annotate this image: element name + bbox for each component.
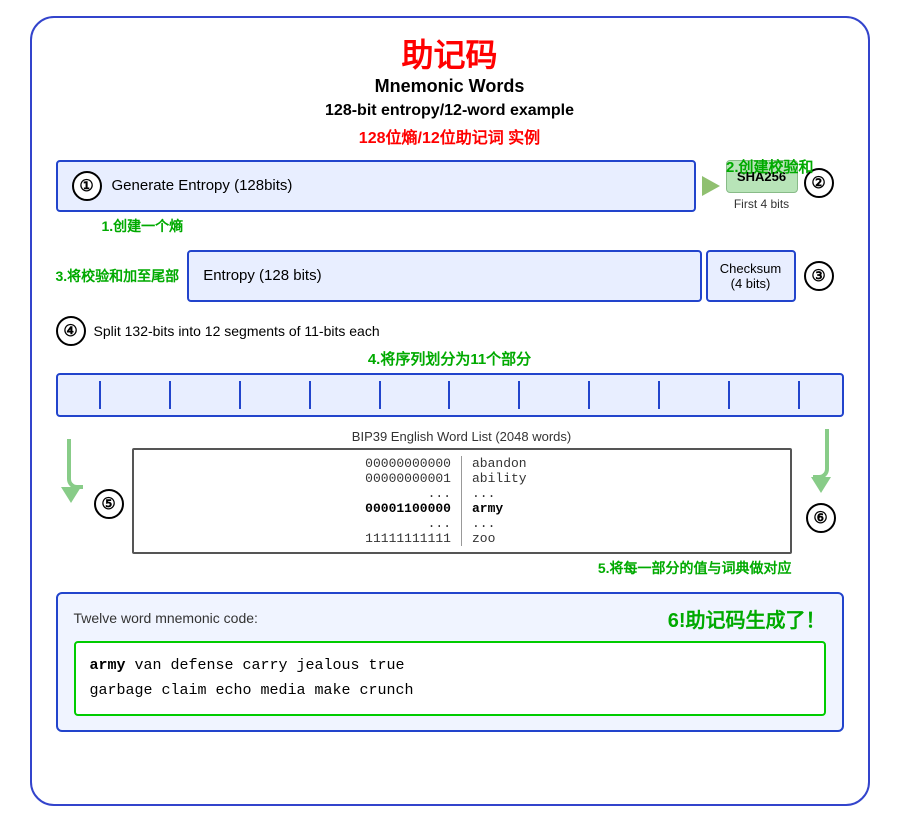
- right-curve-arrow-top: [813, 429, 829, 479]
- step6-row: Twelve word mnemonic code: 6!助记码生成了！ arm…: [56, 592, 844, 732]
- segments-inner: [66, 381, 834, 409]
- mnemonic-rest: van defense carry jealous truegarbage cl…: [90, 657, 414, 700]
- step6-circle: ⑥: [806, 503, 836, 533]
- bin-row-army: 00001100000: [138, 501, 452, 516]
- bin-row-1: 00000000000: [138, 456, 452, 471]
- bin-row-6: 11111111111: [138, 531, 452, 546]
- step4-circle: ④: [56, 316, 86, 346]
- left-arrow-head: [61, 487, 81, 503]
- word-row-2: ability: [472, 471, 786, 486]
- step4-cn-annotation: 4.将序列划分为11个部分: [56, 348, 844, 369]
- wordlist-bin-col: 00000000000 00000000001 ... 00001100000 …: [138, 456, 462, 546]
- mnemonic-box: army van defense carry jealous truegarba…: [74, 641, 826, 716]
- title-en-line1: Mnemonic Words: [56, 74, 844, 99]
- step4-label: Split 132-bits into 12 segments of 11-bi…: [94, 323, 380, 339]
- word-row-5: ...: [472, 516, 786, 531]
- word-row-army: army: [472, 501, 786, 516]
- step1-label: Generate Entropy (128bits): [112, 177, 293, 194]
- title-en-line2: 128-bit entropy/12-word example: [56, 100, 844, 122]
- arrow-to-sha256: [702, 176, 720, 196]
- seg-div-9: [658, 381, 660, 409]
- seg-div-4: [309, 381, 311, 409]
- entropy-label: Entropy (128 bits): [203, 267, 321, 284]
- seg-div-6: [448, 381, 450, 409]
- seg-div-8: [588, 381, 590, 409]
- step5-circle: ⑤: [94, 489, 124, 519]
- seg-div-10: [728, 381, 730, 409]
- step3-circle: ③: [804, 261, 834, 291]
- segments-box: [56, 373, 844, 417]
- checksum-box: Checksum (4 bits): [706, 250, 796, 302]
- step1-box: ① Generate Entropy (128bits): [56, 160, 696, 212]
- twelve-word-label: Twelve word mnemonic code:: [74, 610, 258, 626]
- seg-div-1: [99, 381, 101, 409]
- step2-cn-annotation: 2.创建校验和: [726, 156, 814, 177]
- wordlist-box: 00000000000 00000000001 ... 00001100000 …: [132, 448, 792, 554]
- wordlist-container: BIP39 English Word List (2048 words) 000…: [132, 429, 792, 578]
- seg-div-11: [798, 381, 800, 409]
- wordlist-word-col: abandon ability ... army ... zoo: [461, 456, 786, 546]
- word-row-6: zoo: [472, 531, 786, 546]
- wordlist-title: BIP39 English Word List (2048 words): [132, 429, 792, 444]
- left-curve-arrow: [67, 439, 83, 489]
- right-arrow-head-mid: [811, 477, 831, 493]
- step5-cn-annotation: 5.将每一部分的值与词典做对应: [132, 558, 792, 578]
- step1-cn-annotation: 1.创建一个熵: [102, 216, 184, 236]
- step6-cn-annotation: 6!助记码生成了！: [668, 604, 826, 633]
- entropy-box: Entropy (128 bits): [187, 250, 701, 302]
- step5-6-row: ⑤ BIP39 English Word List (2048 words) 0…: [56, 429, 844, 578]
- bin-row-2: 00000000001: [138, 471, 452, 486]
- title-cn: 助记码: [56, 36, 844, 74]
- step3-row: 3.将校验和加至尾部 Entropy (128 bits) Checksum (…: [56, 250, 844, 302]
- step3-cn-annotation: 3.将校验和加至尾部: [56, 266, 180, 286]
- main-container: 助记码 Mnemonic Words 128-bit entropy/12-wo…: [30, 16, 870, 806]
- title-cn-sub: 128位熵/12位助记词 实例: [56, 124, 844, 148]
- seg-div-3: [239, 381, 241, 409]
- step4-header: ④ Split 132-bits into 12 segments of 11-…: [56, 316, 844, 346]
- word-row-3: ...: [472, 486, 786, 501]
- step6-header: Twelve word mnemonic code: 6!助记码生成了！: [74, 604, 826, 633]
- step4-row: ④ Split 132-bits into 12 segments of 11-…: [56, 316, 844, 417]
- mnemonic-first-word: army: [90, 657, 126, 674]
- seg-div-2: [169, 381, 171, 409]
- seg-div-7: [518, 381, 520, 409]
- bin-row-5: ...: [138, 516, 452, 531]
- bin-row-3: ...: [138, 486, 452, 501]
- step1-circle: ①: [72, 171, 102, 201]
- checksum-bits: (4 bits): [731, 276, 771, 291]
- seg-div-5: [379, 381, 381, 409]
- checksum-label: Checksum: [720, 261, 781, 276]
- word-row-1: abandon: [472, 456, 786, 471]
- first4bits-label: First 4 bits: [734, 197, 789, 211]
